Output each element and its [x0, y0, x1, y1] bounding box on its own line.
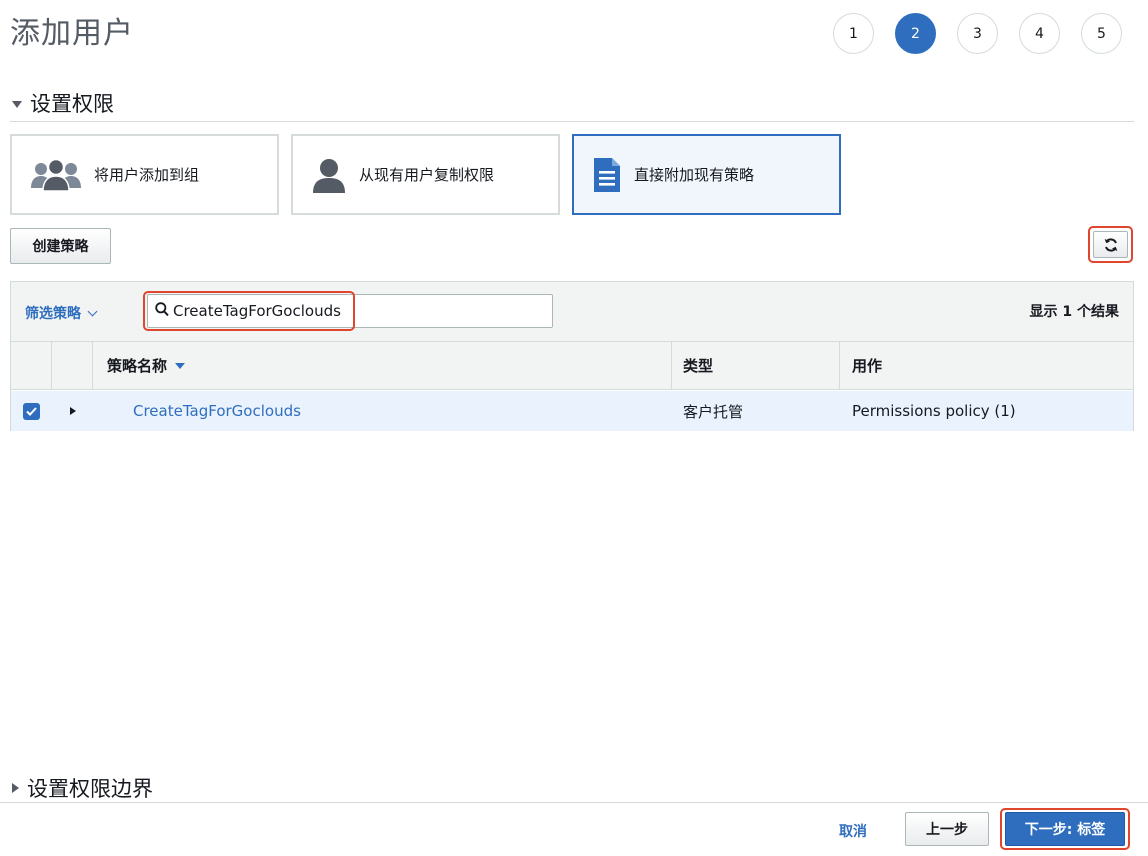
caret-right-icon [12, 783, 19, 793]
refresh-button[interactable] [1093, 231, 1128, 258]
user-icon [311, 157, 347, 193]
boundary-section-title: 设置权限边界 [27, 777, 153, 801]
filter-policies-label: 筛选策略 [25, 306, 81, 322]
permissions-section-toggle[interactable]: 设置权限 [12, 88, 114, 118]
search-icon [155, 302, 169, 317]
chevron-down-icon [87, 306, 98, 316]
policy-name-link[interactable]: CreateTagForGoclouds [133, 391, 301, 431]
policy-usage: Permissions policy (1) [852, 402, 1016, 420]
table-header: 策略名称 类型 用作 [11, 342, 1133, 390]
option-add-to-group[interactable]: 将用户添加到组 [10, 134, 279, 215]
document-icon [592, 156, 622, 194]
column-divider [92, 342, 93, 389]
table-row: CreateTagForGoclouds 客户托管 Permissions po… [11, 391, 1133, 431]
header-policy-name-label: 策略名称 [107, 357, 168, 375]
cancel-link[interactable]: 取消 [839, 821, 867, 841]
section-divider [10, 121, 1134, 122]
step-2[interactable]: 2 [895, 13, 936, 54]
header-usage-label: 用作 [852, 357, 883, 375]
step-1[interactable]: 1 [833, 13, 874, 54]
step-5[interactable]: 5 [1081, 13, 1122, 54]
sort-down-icon [175, 362, 186, 369]
refresh-icon [1104, 237, 1117, 252]
header-policy-name[interactable]: 策略名称 [107, 342, 186, 389]
checkbox-checked-icon [23, 402, 40, 420]
option-attach-policies-label: 直接附加现有策略 [634, 166, 755, 184]
create-policy-button[interactable]: 创建策略 [10, 228, 111, 264]
policy-type: 客户托管 [683, 402, 744, 421]
step-4[interactable]: 4 [1019, 13, 1060, 54]
step-indicator: 1 2 3 4 5 [833, 13, 1122, 54]
caret-right-icon [70, 407, 76, 415]
filter-bar: 筛选策略 显示 1 个结果 [11, 282, 1133, 342]
header-usage[interactable]: 用作 [852, 342, 882, 389]
option-copy-permissions-label: 从现有用户复制权限 [359, 166, 495, 184]
row-checkbox[interactable] [23, 391, 40, 431]
caret-down-icon [12, 100, 22, 108]
previous-button[interactable]: 上一步 [905, 812, 989, 846]
filter-policies-dropdown[interactable]: 筛选策略 [25, 303, 98, 323]
step-3[interactable]: 3 [957, 13, 998, 54]
option-attach-policies[interactable]: 直接附加现有策略 [572, 134, 841, 215]
footer-divider [0, 802, 1148, 803]
next-button[interactable]: 下一步: 标签 [1005, 812, 1125, 846]
result-count: 显示 1 个结果 [1029, 304, 1120, 320]
option-copy-permissions[interactable]: 从现有用户复制权限 [291, 134, 560, 215]
boundary-section-toggle[interactable]: 设置权限边界 [12, 773, 153, 803]
header-type[interactable]: 类型 [683, 342, 713, 389]
column-divider [51, 342, 52, 389]
column-divider [671, 342, 672, 389]
page-title: 添加用户 [10, 16, 134, 51]
policy-table: 筛选策略 显示 1 个结果 策略名称 类型 用作 [10, 281, 1134, 431]
users-group-icon [30, 158, 82, 192]
row-expand-toggle[interactable] [70, 391, 76, 431]
column-divider [839, 342, 840, 389]
option-add-to-group-label: 将用户添加到组 [94, 166, 200, 184]
search-input[interactable] [173, 302, 353, 320]
header-type-label: 类型 [683, 357, 714, 375]
permissions-section-title: 设置权限 [30, 92, 114, 116]
